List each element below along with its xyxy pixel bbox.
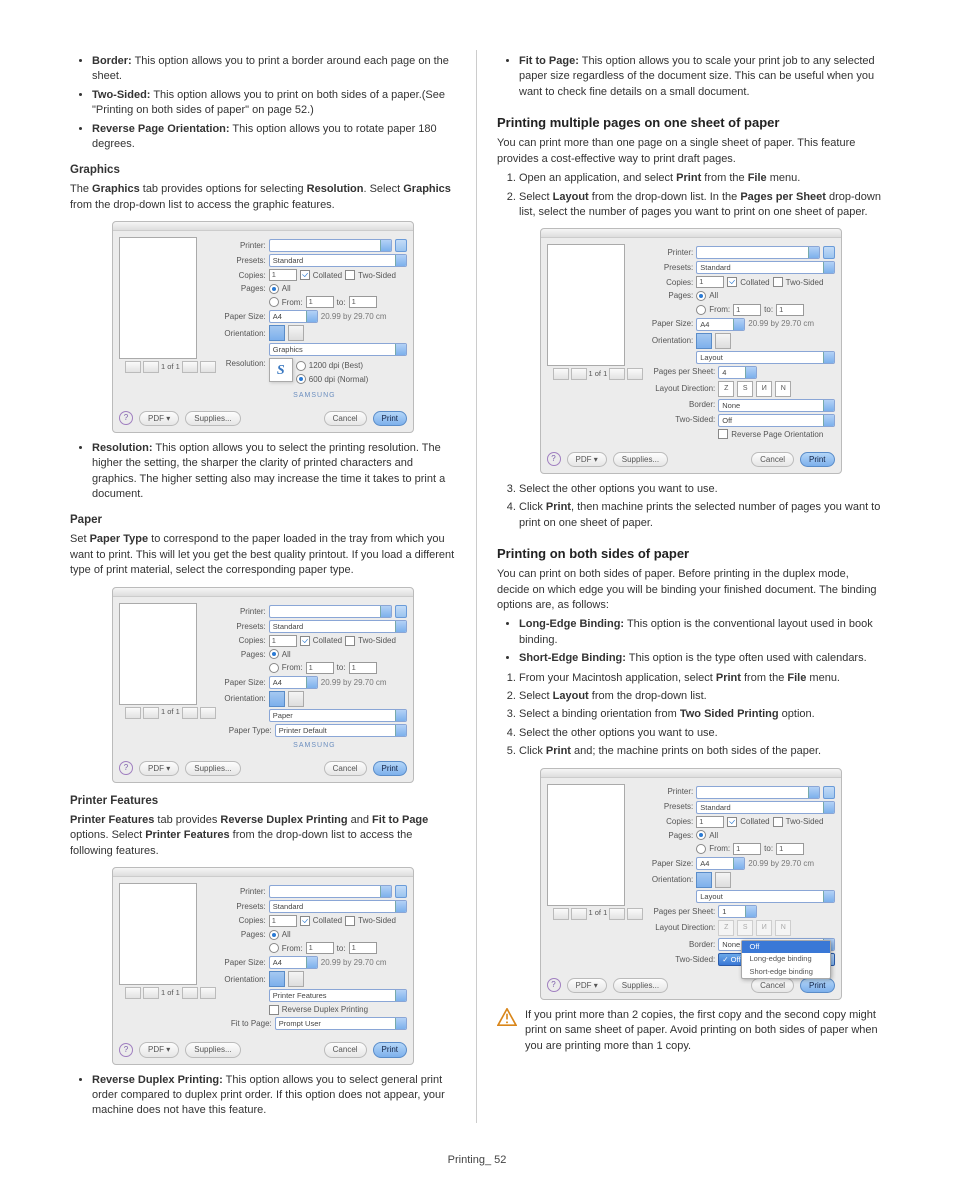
term: Border: [92, 55, 132, 67]
warning-icon [497, 1008, 517, 1026]
graphics-dialog: 1 of 1 Printer: Presets:Standard Copies:… [112, 221, 414, 433]
multi-steps: Open an application, and select Print fr… [497, 171, 884, 220]
print-button[interactable]: Print [373, 411, 407, 426]
presets-select[interactable]: Standard [269, 620, 407, 633]
preview-pager[interactable]: 1 of 1 [125, 361, 216, 373]
paper-intro: Set Paper Type to correspond to the pape… [70, 532, 456, 578]
page-preview [119, 237, 197, 359]
graphics-heading: Graphics [70, 162, 456, 178]
page-preview [119, 603, 197, 705]
menu-item-short[interactable]: Short-edge binding [742, 966, 830, 979]
intro-bullets: Fit to Page: This option allows you to s… [497, 54, 884, 100]
papersize-select[interactable]: A4 [269, 310, 318, 323]
supplies-button[interactable]: Supplies... [185, 411, 240, 426]
page-footer: Printing_ 52 [0, 1153, 954, 1188]
twosided-select[interactable]: Off [718, 414, 834, 427]
menu-item-long[interactable]: Long-edge binding [742, 953, 830, 966]
warning-note: If you print more than 2 copies, the fir… [497, 1008, 884, 1054]
layout-direction-icon[interactable]: Z [718, 381, 734, 397]
intro-bullets: Border: This option allows you to print … [70, 54, 456, 152]
features-heading: Printer Features [70, 793, 456, 809]
copies-input[interactable]: 1 [269, 269, 297, 281]
pps-select[interactable]: 4 [718, 366, 757, 379]
pages-all-radio[interactable] [269, 284, 279, 294]
section-select[interactable]: Layout [696, 351, 834, 364]
multi-heading: Printing multiple pages on one sheet of … [497, 114, 884, 132]
help-icon[interactable]: ? [119, 411, 133, 425]
landscape-icon[interactable] [288, 325, 304, 341]
resolution-preview-icon: S [269, 358, 293, 382]
pages-from-radio[interactable] [269, 297, 279, 307]
features-dialog: 1 of 1 Printer: Presets:Standard Copies:… [112, 867, 414, 1065]
twosided-menu[interactable]: Off Long-edge binding Short-edge binding [741, 940, 831, 980]
twosided-dialog: 1 of 1 Printer: Presets:Standard Copies:… [540, 768, 842, 1000]
menu-item-off[interactable]: Off [742, 941, 830, 954]
paper-heading: Paper [70, 512, 456, 528]
both-steps: From your Macintosh application, select … [497, 671, 884, 760]
nav-button[interactable] [395, 239, 407, 252]
pdf-button[interactable]: PDF ▾ [139, 411, 179, 426]
collated-check[interactable] [300, 270, 310, 280]
term: Reverse Page Orientation: [92, 123, 230, 135]
paper-dialog: 1 of 1 Printer: Presets:Standard Copies:… [112, 587, 414, 783]
section-select[interactable]: Paper [269, 709, 407, 722]
section-select[interactable]: Graphics [269, 343, 407, 356]
both-heading: Printing on both sides of paper [497, 545, 884, 563]
layout-dialog: 1 of 1 Printer: Presets:Standard Copies:… [540, 228, 842, 474]
border-select[interactable]: None [718, 399, 834, 412]
preview-pager[interactable]: 1 of 1 [125, 707, 216, 719]
right-column: Fit to Page: This option allows you to s… [477, 50, 884, 1123]
portrait-icon[interactable] [269, 325, 285, 341]
graphics-intro: The Graphics tab provides options for se… [70, 182, 456, 213]
printer-select[interactable] [269, 239, 392, 252]
left-column: Border: This option allows you to print … [70, 50, 477, 1123]
term: Two-Sided: [92, 89, 150, 101]
printer-select[interactable] [269, 605, 392, 618]
cancel-button[interactable]: Cancel [324, 411, 367, 426]
section-select[interactable]: Printer Features [269, 989, 407, 1002]
presets-select[interactable]: Standard [269, 254, 407, 267]
brand-logo: SAMSUNG [222, 391, 407, 401]
papertype-select[interactable]: Printer Default [275, 724, 407, 737]
rdp-check[interactable] [269, 1005, 279, 1015]
features-bullets: Reverse Duplex Printing: This option all… [70, 1073, 456, 1119]
features-intro: Printer Features tab provides Reverse Du… [70, 813, 456, 859]
graphics-bullets: Resolution: This option allows you to se… [70, 441, 456, 503]
fittopage-select[interactable]: Prompt User [275, 1017, 407, 1030]
twosided-check[interactable] [345, 270, 355, 280]
